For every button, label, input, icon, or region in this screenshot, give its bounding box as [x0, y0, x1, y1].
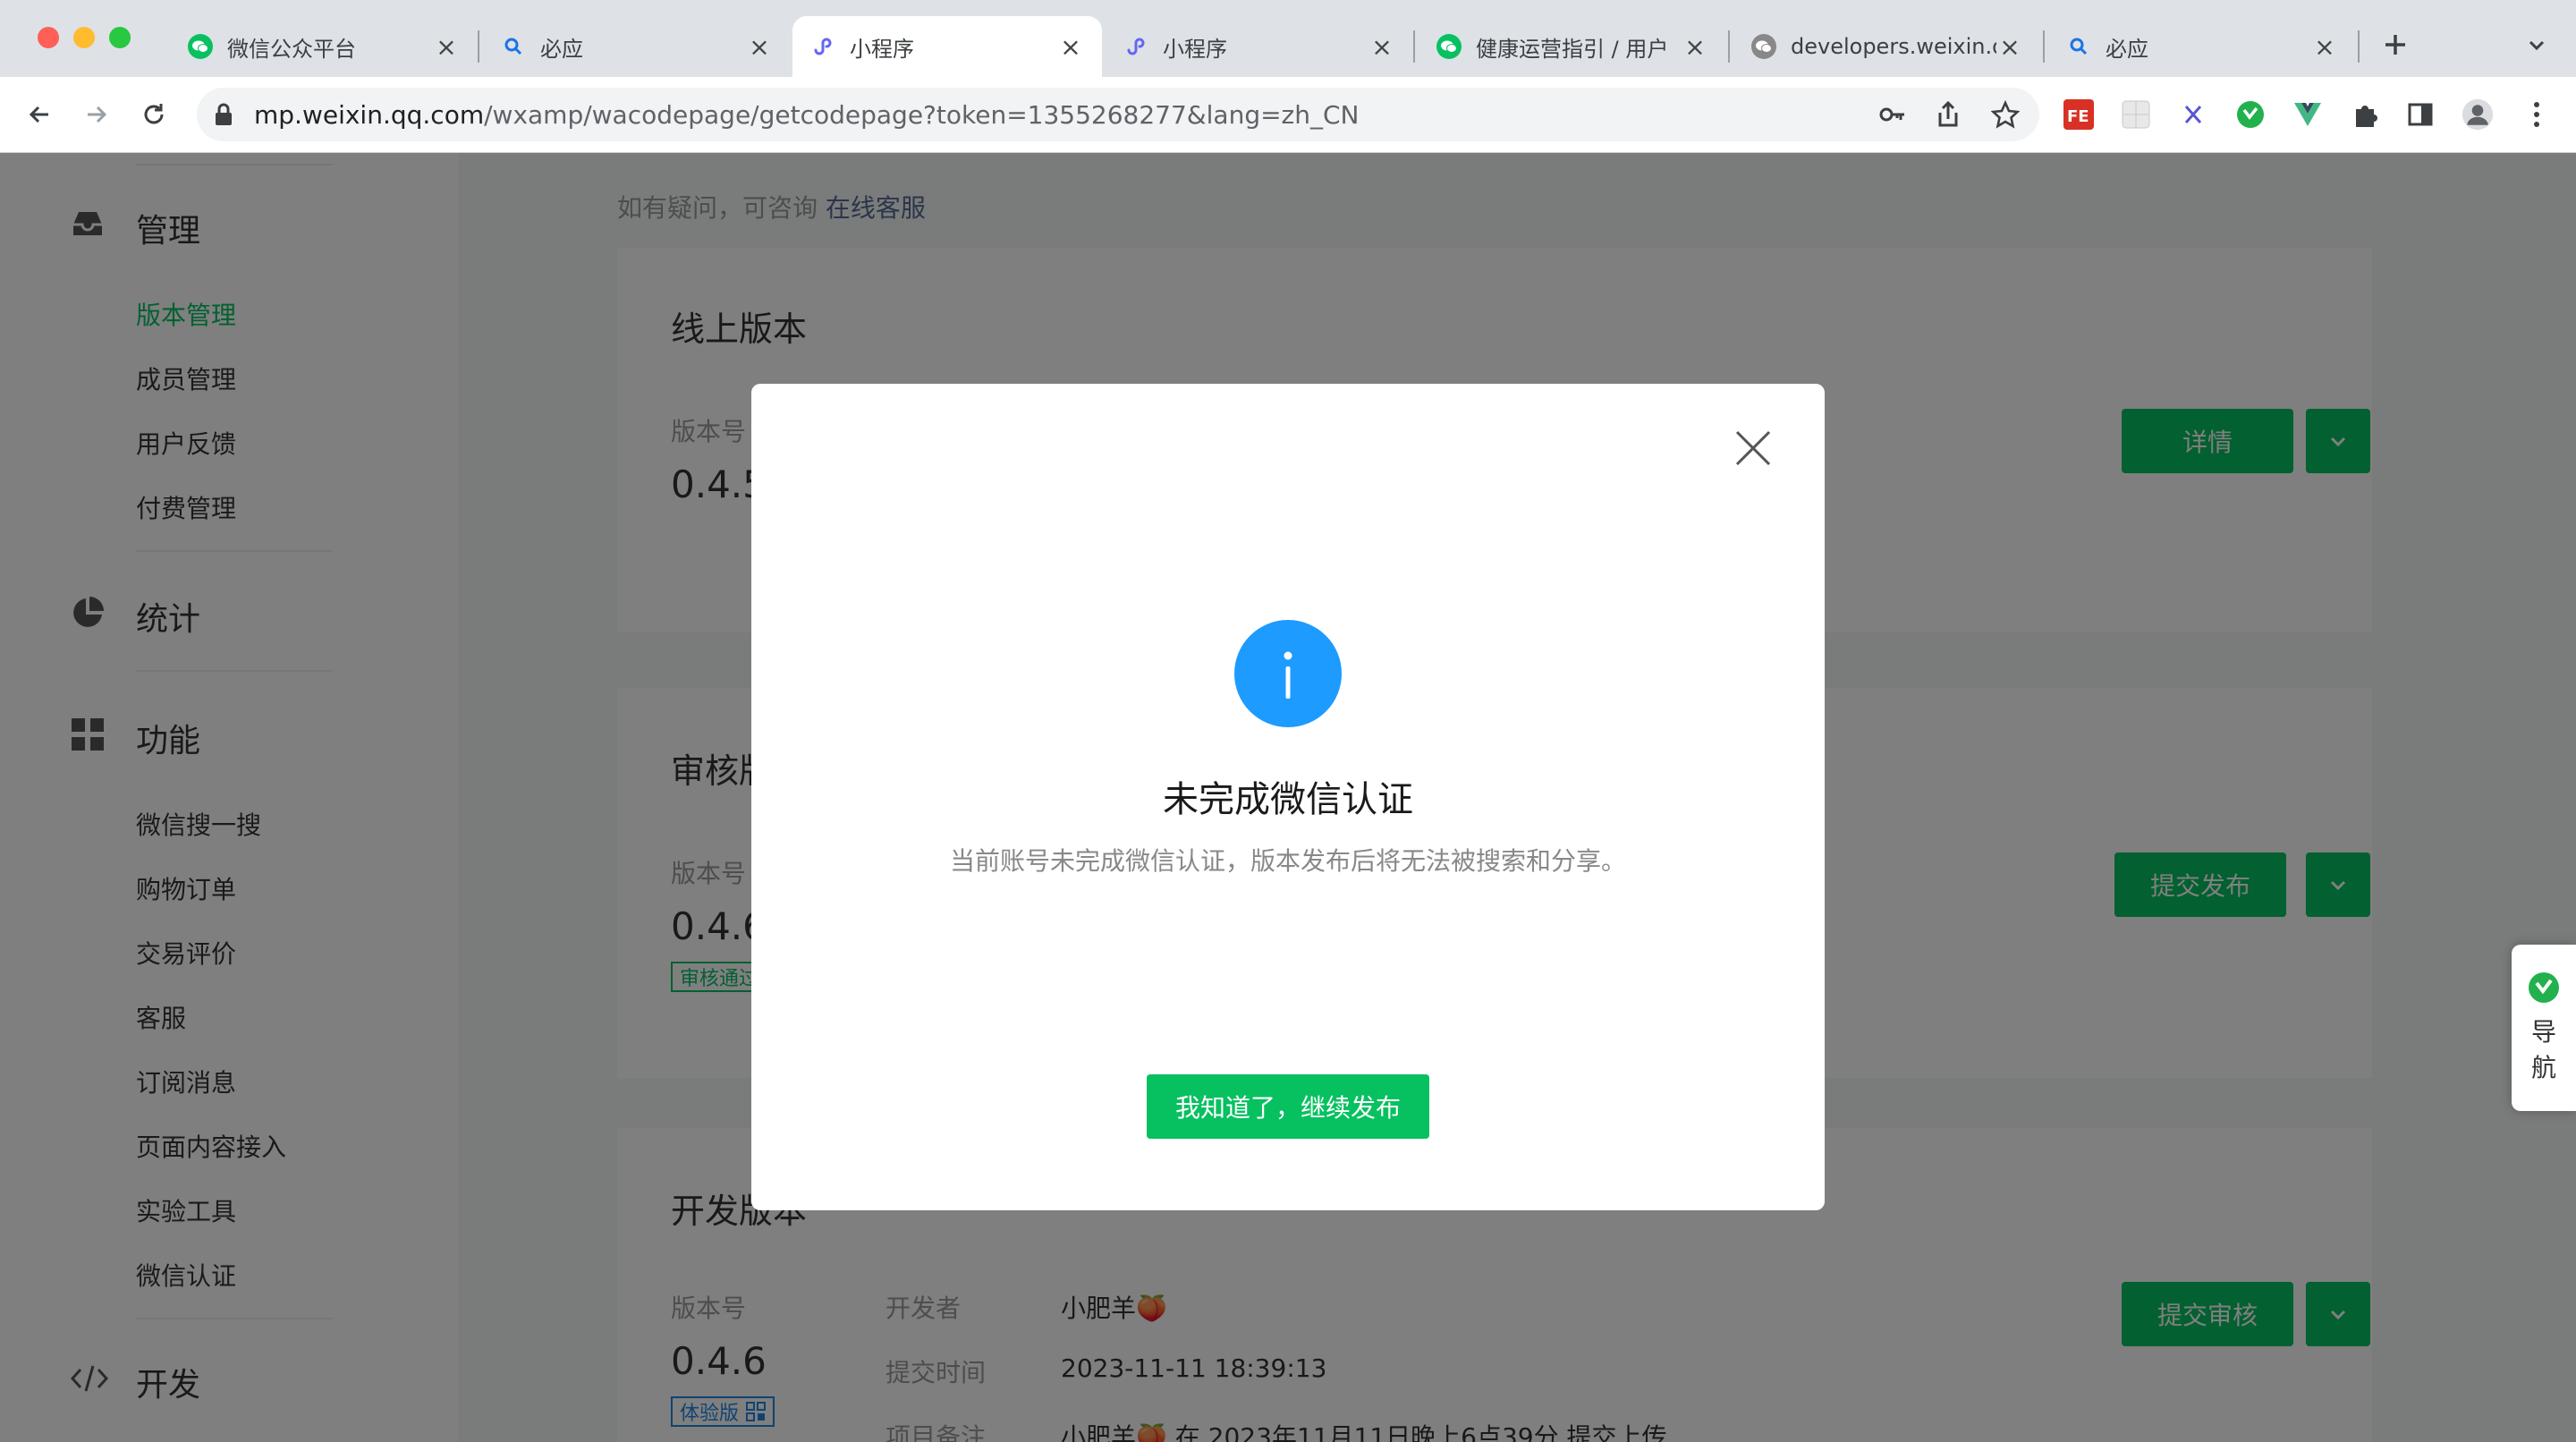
- tab-close-icon[interactable]: ×: [1368, 32, 1395, 62]
- forward-arrow-icon[interactable]: [72, 89, 122, 140]
- vue-devtools-icon[interactable]: [2292, 98, 2324, 131]
- dialog-title: 未完成微信认证: [1163, 779, 1413, 820]
- dialog-description: 当前账号未完成微信认证，版本发布后将无法被搜索和分享。: [949, 846, 1626, 876]
- profile-avatar-icon[interactable]: [2462, 98, 2494, 131]
- tab-wechat-platform[interactable]: 微信公众平台 ×: [170, 16, 478, 77]
- browser-tab-bar: 微信公众平台 × 必应 × 小程序 × 小程序 × 健康运营指引 / 用户 ×: [0, 0, 2576, 77]
- verification-dialog: 未完成微信认证 当前账号未完成微信认证，版本发布后将无法被搜索和分享。 我知道了…: [751, 384, 1825, 1210]
- browser-toolbar: mp.weixin.qq.com/wxamp/wacodepage/getcod…: [0, 77, 2576, 153]
- svg-text:FE: FE: [2067, 107, 2089, 126]
- tab-miniprogram-2[interactable]: 小程序 ×: [1106, 16, 1413, 77]
- miniprogram-icon: [1123, 34, 1148, 59]
- puzzle-extensions-icon[interactable]: [2349, 98, 2381, 131]
- address-bar[interactable]: mp.weixin.qq.com/wxamp/wacodepage/getcod…: [197, 88, 2039, 141]
- side-panel-icon[interactable]: [2404, 98, 2436, 131]
- url-text: mp.weixin.qq.com/wxamp/wacodepage/getcod…: [254, 99, 1360, 130]
- info-icon: [1234, 620, 1342, 727]
- close-window-button[interactable]: [38, 27, 59, 48]
- close-icon[interactable]: [1728, 423, 1778, 473]
- tab-developers-weixin[interactable]: developers.weixin.q ×: [1733, 16, 2041, 77]
- wechat-icon: [188, 34, 213, 59]
- lock-icon[interactable]: [213, 102, 234, 131]
- bookmark-star-icon[interactable]: [1990, 99, 2021, 132]
- float-nav-label-2: 航: [2530, 1053, 2556, 1082]
- back-arrow-icon[interactable]: [14, 89, 64, 140]
- tab-separator: [2043, 30, 2045, 63]
- miniprogram-icon: [810, 34, 835, 59]
- tab-close-icon[interactable]: ×: [746, 32, 773, 62]
- more-menu-icon[interactable]: [2521, 98, 2553, 131]
- floating-nav-widget[interactable]: 导 航: [2512, 945, 2576, 1111]
- yuque-logo-icon: [2528, 971, 2560, 1007]
- bing-search-icon: [2066, 34, 2091, 59]
- tab-miniprogram-active[interactable]: 小程序 ×: [792, 16, 1102, 77]
- grid-extension-icon[interactable]: [2120, 98, 2152, 131]
- tab-separator: [1728, 30, 1730, 63]
- tab-search-chevron-down-icon[interactable]: [2512, 20, 2562, 70]
- tab-separator: [2358, 30, 2360, 63]
- minimize-window-button[interactable]: [73, 27, 95, 48]
- float-nav-label-1: 导: [2530, 1017, 2556, 1047]
- yuque-green-extension-icon[interactable]: [2234, 98, 2267, 131]
- continue-publish-button[interactable]: 我知道了，继续发布: [1147, 1074, 1429, 1139]
- fe-helper-extension-icon[interactable]: FE: [2063, 98, 2095, 131]
- tab-close-icon[interactable]: ×: [1682, 32, 1708, 62]
- tab-health-guide[interactable]: 健康运营指引 / 用户 ×: [1419, 16, 1726, 77]
- tab-close-icon[interactable]: ×: [2311, 32, 2338, 62]
- wechat-icon: [1436, 34, 1462, 59]
- tab-separator: [478, 30, 479, 63]
- new-tab-plus-icon[interactable]: [2370, 20, 2420, 70]
- tab-separator: [1413, 30, 1415, 63]
- share-icon[interactable]: [1936, 100, 1961, 132]
- tab-close-icon[interactable]: ×: [433, 32, 460, 62]
- tab-bing-2[interactable]: 必应 ×: [2048, 16, 2356, 77]
- tab-close-icon[interactable]: ×: [1057, 32, 1084, 62]
- maximize-window-button[interactable]: [109, 27, 131, 48]
- bing-search-icon: [501, 34, 526, 59]
- tab-bing-1[interactable]: 必应 ×: [483, 16, 791, 77]
- tab-close-icon[interactable]: ×: [1996, 32, 2023, 62]
- x-extension-icon[interactable]: [2177, 98, 2209, 131]
- chat-bubble-icon: [1751, 34, 1776, 59]
- reload-icon[interactable]: [129, 89, 179, 140]
- key-icon[interactable]: [1878, 102, 1907, 131]
